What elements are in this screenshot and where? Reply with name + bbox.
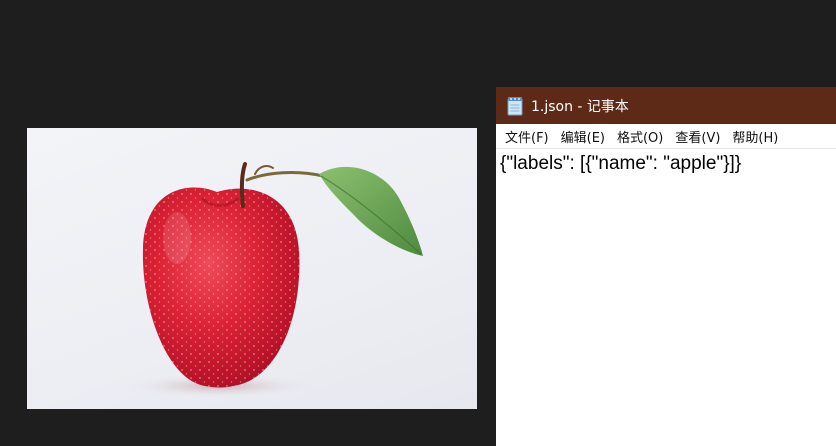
menu-file[interactable]: 文件(F) [500,127,556,146]
title-bar[interactable]: 1.json - 记事本 [496,87,836,124]
window-title: 1.json - 记事本 [531,98,629,115]
apple-photo [27,128,477,409]
menu-bar: 文件(F) 编辑(E) 格式(O) 查看(V) 帮助(H) [496,124,836,149]
apple-image [124,162,423,398]
menu-view[interactable]: 查看(V) [670,127,727,146]
menu-help[interactable]: 帮助(H) [727,127,785,146]
menu-edit[interactable]: 编辑(E) [556,127,612,146]
notepad-icon [506,96,524,116]
text-editor[interactable]: {"labels": [{"name": "apple"}]} [496,149,836,179]
menu-format[interactable]: 格式(O) [612,127,670,146]
notepad-window: 1.json - 记事本 文件(F) 编辑(E) 格式(O) 查看(V) 帮助(… [496,87,836,446]
